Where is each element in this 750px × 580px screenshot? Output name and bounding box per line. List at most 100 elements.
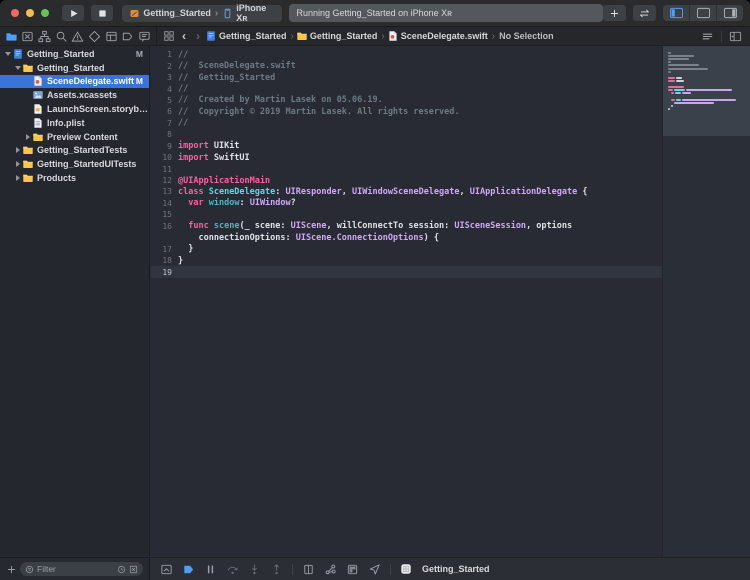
line-number[interactable]: 10	[151, 153, 178, 162]
step-out-icon[interactable]	[270, 563, 283, 576]
step-into-icon[interactable]	[248, 563, 261, 576]
tree-item-assets-xcassets[interactable]: Assets.xcassets	[0, 88, 149, 102]
line-number[interactable]: 18	[151, 256, 178, 265]
tree-item-launchscreen-storyboard[interactable]: LaunchScreen.storyboard	[0, 102, 149, 116]
go-back-button[interactable]: ‹	[177, 29, 191, 43]
symbol-navigator-icon[interactable]	[38, 30, 51, 43]
breadcrumb-item[interactable]: Getting_Started	[310, 31, 378, 41]
code-line[interactable]: 14 var window: UIWindow?	[151, 198, 662, 209]
code-line[interactable]: 1//	[151, 49, 662, 60]
code-line[interactable]: 11	[151, 163, 662, 174]
line-number[interactable]: 16	[151, 222, 178, 231]
run-button[interactable]	[62, 5, 84, 21]
line-number[interactable]: 3	[151, 73, 178, 82]
test-navigator-icon[interactable]	[88, 30, 101, 43]
source-editor[interactable]: 1//2// SceneDelegate.swift3// Getting_St…	[151, 46, 662, 556]
tree-item-products[interactable]: Products	[0, 171, 149, 185]
line-number[interactable]: 15	[151, 210, 178, 219]
code-line[interactable]: 10import SwiftUI	[151, 152, 662, 163]
tree-item-scenedelegate-swift[interactable]: SceneDelegate.swiftM	[0, 75, 149, 89]
breakpoint-navigator-icon[interactable]	[121, 30, 134, 43]
line-number[interactable]: 19	[151, 268, 178, 277]
simulate-location-icon[interactable]	[368, 563, 381, 576]
editor-options-icon[interactable]	[701, 30, 714, 43]
add-editor-icon[interactable]	[729, 30, 742, 43]
code-line[interactable]: 18}	[151, 255, 662, 266]
add-file-button[interactable]	[6, 564, 17, 575]
debug-navigator-icon[interactable]	[105, 30, 118, 43]
debug-area-panel-toggle[interactable]	[689, 5, 716, 21]
step-over-icon[interactable]	[226, 563, 239, 576]
editor-minimap[interactable]	[662, 46, 750, 556]
view-debugger-icon[interactable]	[302, 563, 315, 576]
disclosure-triangle-icon[interactable]	[23, 134, 32, 140]
pause-icon[interactable]	[204, 563, 217, 576]
line-number[interactable]: 12	[151, 176, 178, 185]
issue-navigator-icon[interactable]	[71, 30, 84, 43]
line-number[interactable]: 17	[151, 245, 178, 254]
memory-graph-icon[interactable]	[324, 563, 337, 576]
disclosure-triangle-icon[interactable]	[13, 175, 22, 181]
line-number[interactable]: 11	[151, 165, 178, 174]
source-control-filter-icon[interactable]	[129, 565, 138, 574]
line-number[interactable]: 9	[151, 142, 178, 151]
code-line[interactable]: 5// Created by Martin Lasek on 05.06.19.	[151, 95, 662, 106]
code-line[interactable]: 2// SceneDelegate.swift	[151, 60, 662, 71]
code-line[interactable]: 15	[151, 209, 662, 220]
line-number[interactable]: 8	[151, 130, 178, 139]
code-line[interactable]: 8	[151, 129, 662, 140]
breadcrumb-item[interactable]: SceneDelegate.swift	[401, 31, 488, 41]
code-line[interactable]: 6// Copyright © 2019 Martin Lasek. All r…	[151, 106, 662, 117]
code-line[interactable]: 9import UIKit	[151, 141, 662, 152]
minimize-window-button[interactable]	[26, 9, 34, 17]
code-review-button[interactable]	[633, 5, 656, 21]
code-line[interactable]: 4//	[151, 83, 662, 94]
scheme-selector[interactable]: Getting_Started › iPhone Xʀ	[122, 5, 281, 22]
tree-item-info-plist[interactable]: Info.plist	[0, 116, 149, 130]
code-line[interactable]: 19	[151, 266, 662, 277]
code-line[interactable]: 13class SceneDelegate: UIResponder, UIWi…	[151, 186, 662, 197]
line-number[interactable]: 7	[151, 119, 178, 128]
inspector-panel-toggle[interactable]	[716, 5, 743, 21]
disclosure-triangle-icon[interactable]	[13, 161, 22, 167]
go-forward-button[interactable]: ›	[191, 29, 205, 43]
tree-item-getting-started[interactable]: Getting_StartedM	[0, 47, 149, 61]
filter-input[interactable]: Filter	[20, 562, 143, 576]
line-number[interactable]: 5	[151, 96, 178, 105]
clock-icon[interactable]	[117, 565, 126, 574]
close-window-button[interactable]	[11, 9, 19, 17]
breakpoints-icon[interactable]	[182, 563, 195, 576]
code-line[interactable]: 16 func scene(_ scene: UIScene, willConn…	[151, 221, 662, 232]
disclosure-triangle-icon[interactable]	[13, 66, 22, 70]
tree-item-getting-starteduitests[interactable]: Getting_StartedUITests	[0, 157, 149, 171]
line-number[interactable]: 13	[151, 187, 178, 196]
line-number[interactable]: 14	[151, 199, 178, 208]
line-number[interactable]: 4	[151, 85, 178, 94]
tree-item-getting-startedtests[interactable]: Getting_StartedTests	[0, 144, 149, 158]
find-navigator-icon[interactable]	[55, 30, 68, 43]
tree-item-preview-content[interactable]: Preview Content	[0, 130, 149, 144]
breadcrumb-item[interactable]: Getting_Started	[219, 31, 287, 41]
library-add-button[interactable]	[603, 5, 626, 21]
disclosure-triangle-icon[interactable]	[13, 147, 22, 153]
code-line[interactable]: 17 }	[151, 243, 662, 254]
line-number[interactable]: 6	[151, 107, 178, 116]
project-navigator-icon[interactable]	[5, 30, 18, 43]
breadcrumb-item[interactable]: No Selection	[499, 31, 554, 41]
line-number[interactable]: 2	[151, 62, 178, 71]
stop-button[interactable]	[91, 5, 113, 21]
line-number[interactable]: 1	[151, 50, 178, 59]
tree-item-getting-started[interactable]: Getting_Started	[0, 61, 149, 75]
zoom-window-button[interactable]	[41, 9, 49, 17]
code-line[interactable]: connectionOptions: UIScene.ConnectionOpt…	[151, 232, 662, 243]
hide-debug-area-icon[interactable]	[160, 563, 173, 576]
code-line[interactable]: 12@UIApplicationMain	[151, 175, 662, 186]
report-navigator-icon[interactable]	[138, 30, 151, 43]
disclosure-triangle-icon[interactable]	[3, 52, 12, 56]
source-control-navigator-icon[interactable]	[21, 30, 34, 43]
code-line[interactable]: 7//	[151, 118, 662, 129]
related-items-icon[interactable]	[163, 30, 175, 42]
navigator-panel-toggle[interactable]	[663, 5, 689, 21]
code-line[interactable]: 3// Getting_Started	[151, 72, 662, 83]
environment-overrides-icon[interactable]	[346, 563, 359, 576]
